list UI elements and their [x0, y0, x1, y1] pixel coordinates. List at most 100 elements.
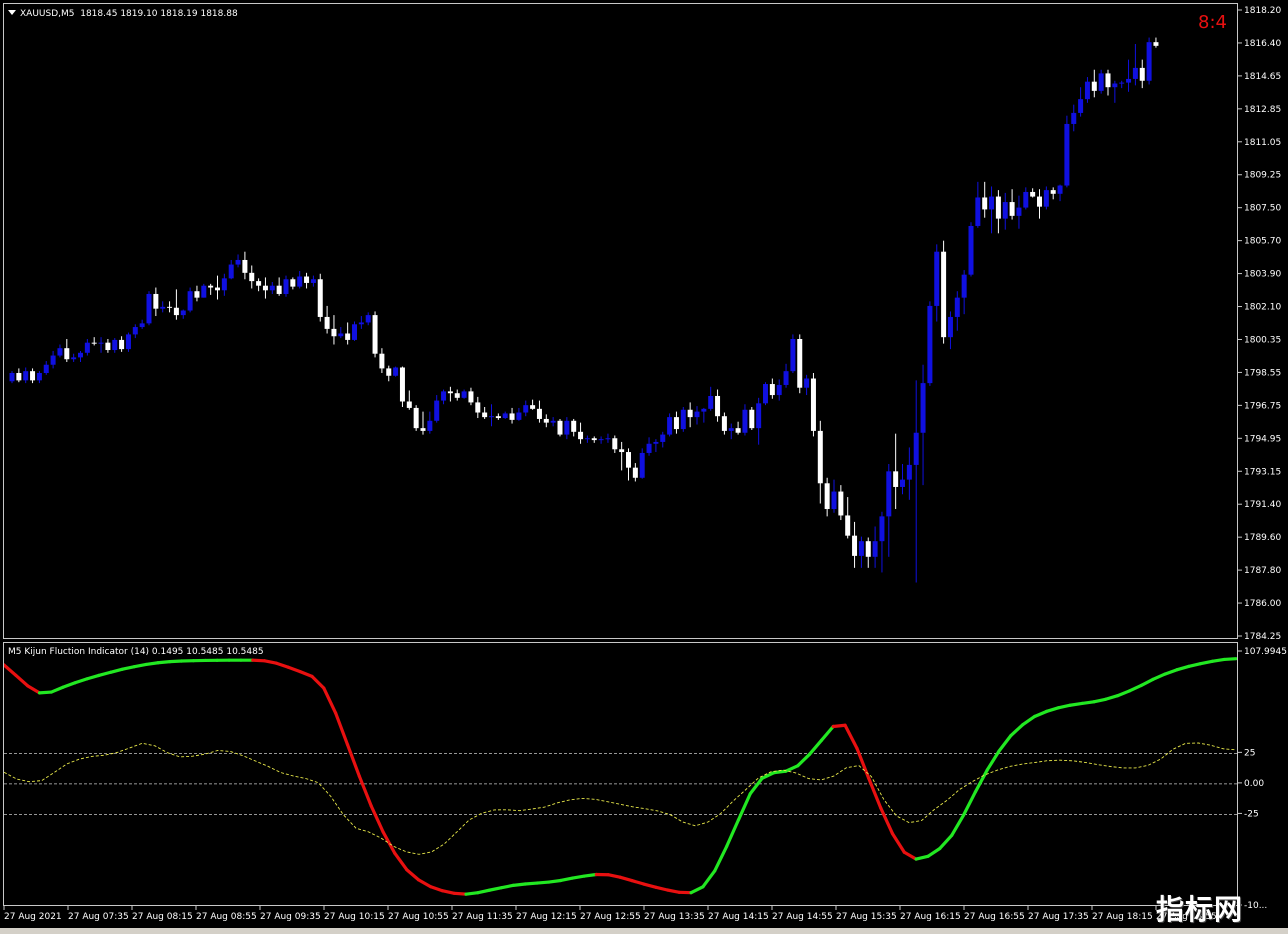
indicator-main-line-segment	[1080, 700, 1096, 706]
candle-body	[530, 405, 536, 409]
indicator-tick-label: 0.00	[1244, 779, 1264, 789]
candle-body	[1084, 81, 1090, 100]
indicator-pane[interactable]: M5 Kijun Fluction Indicator (14) 0.1495 …	[3, 642, 1238, 906]
candle-body	[406, 401, 412, 408]
candle-body	[947, 316, 953, 338]
candle-body	[194, 291, 200, 298]
price-tick-label: 1809.25	[1244, 171, 1281, 181]
indicator-main-line-segment	[961, 790, 977, 817]
candle-body	[441, 391, 447, 401]
bottom-scrollbar-strip[interactable]	[0, 928, 1288, 934]
candle-body	[386, 368, 392, 376]
candle-body	[968, 225, 974, 275]
candle-body	[50, 355, 56, 365]
indicator-main-line-segment	[938, 833, 954, 851]
indicator-signal-line	[4, 742, 1237, 855]
indicator-main-line-segment	[890, 831, 906, 854]
candle-body	[667, 417, 673, 435]
candle-body	[886, 471, 892, 517]
candle-body	[1037, 196, 1042, 207]
dropdown-triangle-icon[interactable]	[8, 10, 16, 15]
candle-body	[1064, 123, 1070, 186]
candle-body	[715, 395, 721, 417]
indicator-main-line-segment	[357, 774, 373, 808]
candle-body	[242, 259, 248, 273]
indicator-main-line-segment	[784, 764, 800, 773]
time-tick-label: 27 Aug 12:55	[580, 912, 641, 922]
candle-body	[1023, 191, 1029, 208]
indicator-main-line-segment	[653, 885, 669, 892]
indicator-main-line-segment	[274, 661, 290, 669]
candle-body	[372, 315, 378, 354]
candle-body	[742, 409, 748, 433]
candle-body	[687, 409, 693, 418]
indicator-main-line-segment	[1222, 657, 1237, 662]
candle-body	[84, 342, 90, 353]
candle-body	[379, 353, 385, 369]
indicator-main-line-segment	[251, 658, 267, 663]
time-tick-label: 27 Aug 16:15	[900, 912, 961, 922]
candle-body	[612, 438, 618, 450]
candle-body	[1030, 191, 1036, 197]
candle-body	[489, 416, 494, 418]
candle-body	[639, 452, 645, 478]
candle-body	[78, 352, 83, 358]
candle-body	[865, 541, 871, 557]
price-tick-label: 1807.50	[1244, 204, 1281, 214]
candle-body	[365, 315, 371, 323]
candle-body	[16, 373, 22, 381]
indicator-main-line-segment	[120, 665, 136, 671]
indicator-main-line-segment	[807, 738, 823, 756]
candle-body	[173, 307, 179, 316]
candle-body	[571, 420, 577, 432]
indicator-tick-label: 107.9945	[1244, 647, 1287, 657]
candle-body	[564, 420, 570, 435]
candle-body	[413, 407, 419, 429]
candle-body	[893, 471, 899, 487]
indicator-main-line-segment	[73, 677, 89, 685]
indicator-main-line-segment	[914, 854, 930, 861]
candle-body	[105, 342, 111, 351]
indicator-main-line-segment	[1092, 697, 1108, 704]
candle-body	[43, 364, 49, 374]
indicator-main-line-segment	[464, 891, 480, 896]
indicator-main-line-segment	[1115, 689, 1131, 698]
price-tick-label: 1803.90	[1244, 270, 1281, 280]
indicator-main-line-segment	[417, 878, 433, 889]
indicator-main-line-segment	[535, 880, 551, 885]
candle-body	[57, 348, 63, 356]
time-tick-label: 27 Aug 15:35	[836, 912, 897, 922]
candle-body	[475, 402, 481, 413]
candle-body	[221, 278, 227, 291]
candle-body	[1009, 202, 1015, 216]
indicator-main-line-segment	[642, 882, 658, 889]
indicator-main-line-segment	[1175, 664, 1191, 672]
price-tick-label: 1802.10	[1244, 303, 1281, 313]
price-tick-label: 1805.70	[1244, 237, 1281, 247]
indicator-tick-label: -25	[1244, 809, 1259, 819]
indicator-main-line-segment	[689, 885, 705, 895]
indicator-main-line-segment	[760, 771, 776, 780]
candle-body	[269, 285, 275, 291]
candle-body	[1119, 82, 1125, 84]
candle-body	[626, 452, 631, 468]
candlestick-chart[interactable]	[4, 4, 1237, 638]
candle-body	[201, 285, 207, 298]
price-tick-label: 1816.40	[1244, 39, 1281, 49]
price-chart-pane[interactable]: XAUUSD,M5 1818.45 1819.10 1818.19 1818.8…	[3, 3, 1238, 639]
indicator-main-line-segment	[1163, 668, 1179, 676]
indicator-main-line-segment	[926, 846, 942, 858]
candle-body	[1078, 99, 1084, 113]
candle-body	[605, 438, 611, 440]
candle-body	[256, 281, 262, 286]
candle-body	[290, 279, 296, 287]
candle-body	[680, 409, 686, 430]
candle-body	[872, 541, 878, 557]
time-tick-label: 27 Aug 2021	[4, 912, 62, 922]
candle-body	[9, 373, 15, 382]
candle-body	[262, 285, 268, 291]
candle-body	[1112, 83, 1118, 88]
indicator-chart[interactable]	[4, 643, 1237, 905]
candle-body	[749, 409, 755, 429]
indicator-main-line-segment	[85, 673, 101, 681]
